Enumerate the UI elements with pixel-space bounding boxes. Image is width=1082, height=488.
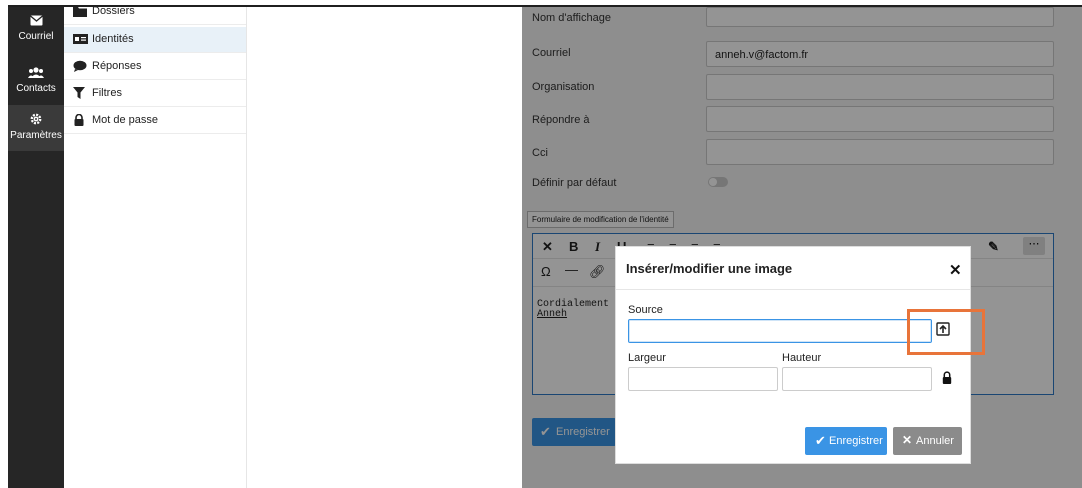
rail-label: Courriel bbox=[18, 31, 54, 42]
settings-item-filtres[interactable]: Filtres bbox=[64, 81, 246, 107]
source-label: Source bbox=[628, 304, 663, 316]
gear-icon bbox=[8, 113, 64, 128]
settings-item-identites[interactable]: Identités bbox=[64, 27, 246, 53]
settings-item-reponses[interactable]: Réponses bbox=[64, 54, 246, 80]
highlight-box bbox=[907, 309, 985, 355]
close-icon: ✕ bbox=[902, 433, 913, 447]
source-input[interactable] bbox=[628, 319, 932, 343]
settings-menu: Dossiers Identités Réponses Filtres Mot … bbox=[64, 5, 247, 488]
folder-icon bbox=[73, 5, 87, 17]
filter-icon bbox=[73, 87, 87, 99]
rail-item-contacts[interactable]: Contacts bbox=[8, 67, 64, 94]
app-rail: Courriel Contacts Paramètres bbox=[8, 7, 64, 488]
users-icon bbox=[8, 67, 64, 81]
width-input[interactable] bbox=[628, 367, 778, 391]
height-label: Hauteur bbox=[782, 352, 822, 364]
id-card-icon bbox=[73, 33, 88, 45]
rail-item-parametres[interactable]: Paramètres bbox=[8, 105, 64, 151]
lock-icon bbox=[73, 113, 87, 126]
content-area bbox=[247, 7, 521, 488]
height-input[interactable] bbox=[782, 367, 932, 391]
comment-icon bbox=[73, 60, 87, 72]
rail-item-courriel[interactable]: Courriel bbox=[8, 15, 64, 42]
dialog-cancel-button[interactable]: ✕ Annuler bbox=[893, 427, 962, 455]
dialog-title: Insérer/modifier une image bbox=[626, 261, 793, 276]
dialog-save-button[interactable]: ✔ Enregistrer bbox=[805, 427, 887, 455]
settings-item-mot-de-passe[interactable]: Mot de passe bbox=[64, 108, 246, 134]
close-icon[interactable]: ✕ bbox=[949, 261, 962, 279]
width-label: Largeur bbox=[628, 352, 666, 364]
rail-label: Paramètres bbox=[10, 130, 62, 141]
lock-icon[interactable] bbox=[942, 371, 952, 385]
insert-image-dialog: Insérer/modifier une image ✕ Source Larg… bbox=[615, 246, 971, 464]
check-icon: ✔ bbox=[815, 433, 826, 448]
rail-label: Contacts bbox=[16, 83, 56, 94]
settings-item-dossiers[interactable]: Dossiers bbox=[64, 0, 246, 25]
divider bbox=[616, 289, 970, 290]
envelope-icon bbox=[8, 15, 64, 29]
